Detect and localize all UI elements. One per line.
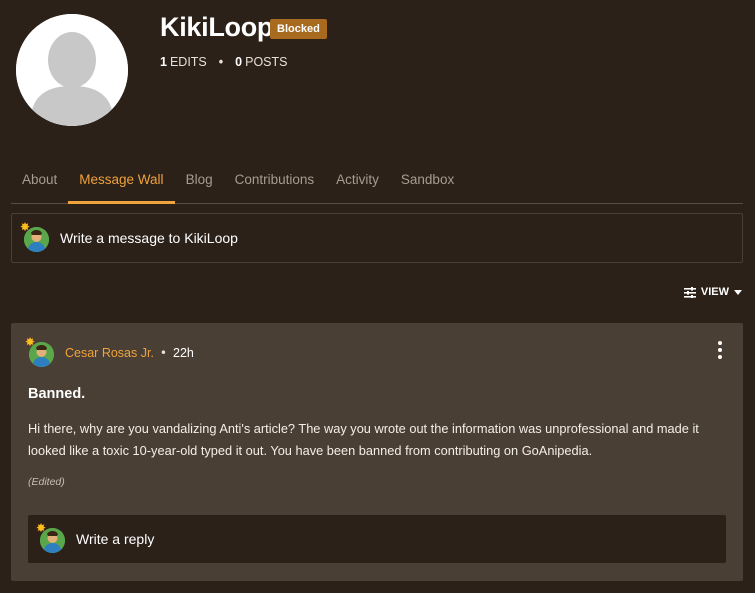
message-composer[interactable]: ✸ Write a message to KikiLoop (11, 213, 743, 263)
current-user-avatar: ✸ (36, 521, 66, 553)
post-header: ✸ Cesar Rosas Jr. • 22h (25, 335, 194, 367)
posts-label: POSTS (245, 55, 288, 69)
posts-count: 0 (235, 55, 243, 69)
composer-placeholder: Write a message to KikiLoop (60, 230, 238, 246)
reply-placeholder: Write a reply (76, 531, 155, 547)
post-title: Banned. (28, 386, 86, 402)
stats-separator: • (218, 55, 224, 69)
tab-message-wall[interactable]: Message Wall (68, 160, 175, 204)
profile-avatar (16, 14, 128, 126)
edited-label: (Edited) (28, 476, 65, 488)
profile-tabs: About Message Wall Blog Contributions Ac… (11, 160, 743, 204)
tab-sandbox[interactable]: Sandbox (390, 160, 465, 203)
reply-composer[interactable]: ✸ Write a reply (28, 515, 726, 563)
star-badge-icon: ✸ (20, 220, 31, 234)
star-badge-icon: ✸ (36, 521, 47, 535)
edits-count: 1 (160, 55, 167, 69)
tab-contributions[interactable]: Contributions (224, 160, 326, 203)
more-options-icon[interactable] (715, 341, 725, 359)
view-label: VIEW (700, 286, 729, 298)
edits-label: EDITS (169, 55, 207, 69)
author-avatar[interactable]: ✸ (25, 335, 55, 367)
default-user-icon (16, 14, 128, 126)
post-meta-separator: • (159, 346, 167, 360)
current-user-avatar: ✸ (20, 220, 50, 252)
post-body: Hi there, why are you vandalizing Anti's… (28, 421, 699, 458)
sliders-icon (683, 286, 696, 298)
blocked-badge: Blocked (270, 19, 327, 39)
chevron-down-icon (734, 289, 742, 295)
star-badge-icon: ✸ (25, 335, 36, 349)
tab-about[interactable]: About (11, 160, 68, 203)
view-toggle-button[interactable]: VIEW (683, 286, 742, 298)
tab-activity[interactable]: Activity (325, 160, 390, 203)
tab-blog[interactable]: Blog (175, 160, 224, 203)
post-author-link[interactable]: Cesar Rosas Jr. (65, 346, 154, 360)
profile-username: KikiLoop (160, 12, 274, 42)
message-post: ✸ Cesar Rosas Jr. • 22h Banned. Hi there… (11, 323, 743, 581)
post-timestamp[interactable]: 22h (173, 346, 194, 360)
profile-stats: 1 EDITS • 0 POSTS (160, 55, 287, 69)
